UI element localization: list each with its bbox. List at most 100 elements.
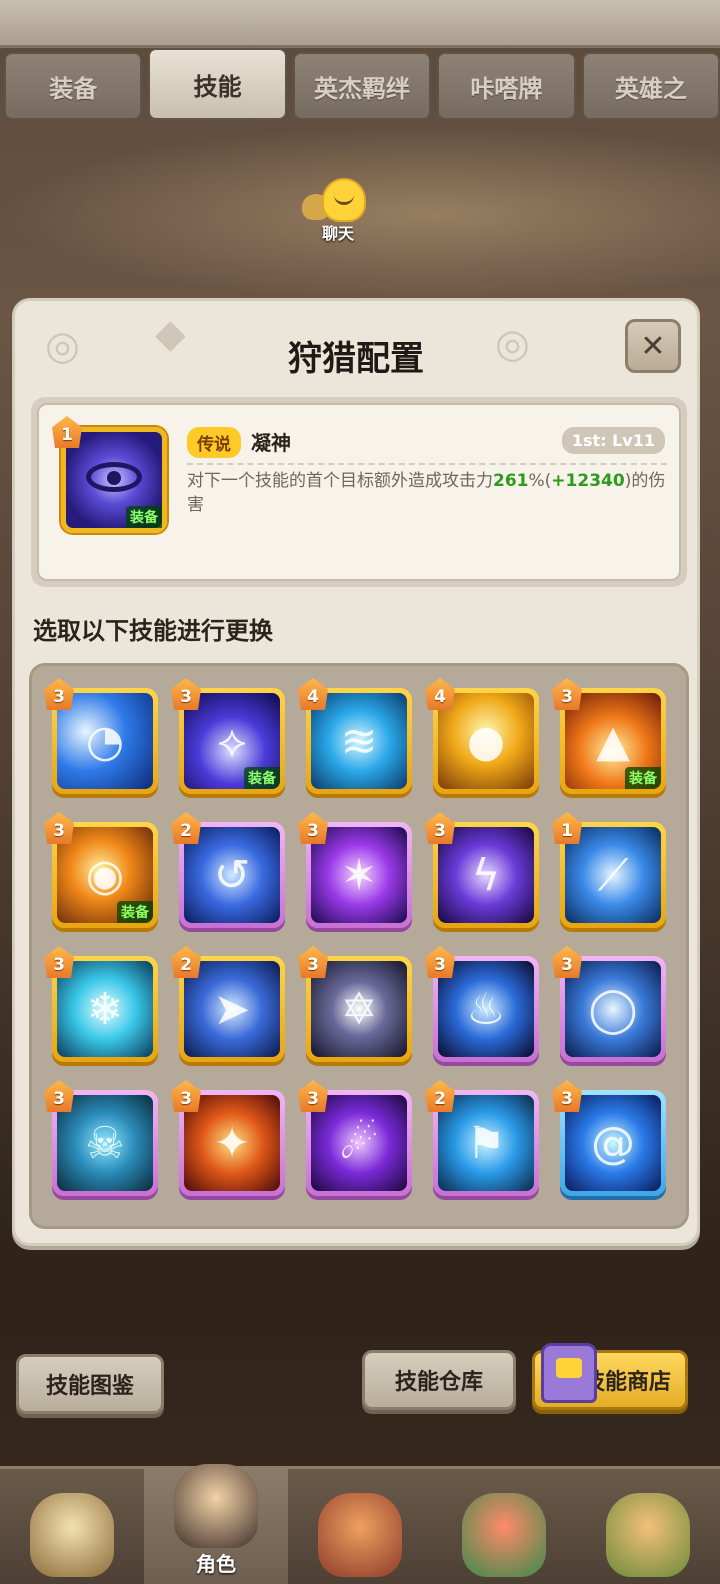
skill-name: 凝神 [251,431,291,455]
guardian-hero-icon [606,1493,690,1577]
skull-cube-icon: ☠ [57,1095,153,1191]
level-badge: 4 [425,678,455,710]
blue-flame-icon: ♨ [438,961,534,1057]
ice-shards-icon: ⟋ [565,827,661,923]
equipped-tag: 装备 [244,767,280,789]
nav-item-4[interactable] [432,1469,576,1584]
rank-level-pill: 1st: Lv11 [561,427,665,454]
level-badge: 4 [298,678,328,710]
skill-storage-button[interactable]: 技能仓库 [362,1350,516,1410]
current-skill-card: 1 装备 传说 凝神 1st: Lv11 对下一个技能的首个目标额外造成攻击力2… [31,397,687,587]
equipped-tag: 装备 [625,767,661,789]
level-badge: 3 [298,1080,328,1112]
blue-vortex-slash-icon: ◔ [57,693,153,789]
level-badge: 2 [425,1080,455,1112]
equipped-tag: 装备 [117,901,153,923]
skill-slot[interactable]: ✡ 3 [298,946,412,1062]
level-badge: 1 [552,812,582,844]
skill-slot[interactable]: ⟡ 装备 3 [171,678,285,794]
tab-equipment[interactable]: 装备 [4,52,143,120]
level-badge: 3 [298,946,328,978]
shop-mascot-icon [541,1343,597,1403]
skill-slot[interactable]: ● 4 [425,678,539,794]
tab-skills[interactable]: 技能 [148,48,287,120]
twin-totems-icon: ⚑ [438,1095,534,1191]
skill-codex-button[interactable]: 技能图鉴 [16,1354,164,1414]
level-badge: 3 [171,1080,201,1112]
nav-label-character: 角色 [196,1552,236,1576]
close-icon: ✕ [640,328,666,364]
skill-shop-button[interactable]: 技能商店 [532,1343,688,1410]
nav-item-5[interactable] [576,1469,720,1584]
skill-slot[interactable]: ↺ 2 [171,812,285,928]
panel-title: 狩猎配置 [288,339,424,379]
tab-hero-bonds[interactable]: 英杰羁绊 [292,52,432,120]
skill-slot[interactable]: ✶ 3 [298,812,412,928]
ice-spear-icon: ➤ [184,961,280,1057]
level-badge: 3 [425,812,455,844]
level-badge: 1 [52,416,82,448]
level-badge: 3 [552,1080,582,1112]
damage-percent: 261 [493,471,529,491]
rarity-badge: 传说 [187,427,241,458]
lightning-strike-icon: ϟ [438,827,534,923]
level-badge: 2 [171,946,201,978]
focus-eye-icon[interactable]: 1 装备 [52,416,167,533]
skill-slot[interactable]: ❄ 3 [44,946,158,1062]
skill-slot[interactable]: ≋ 4 [298,678,412,794]
dino-hero-icon [462,1493,546,1577]
purple-lightning-icon: ✶ [311,827,407,923]
skill-grid: ◔ 3 ⟡ 装备 3 ≋ 4 ● 4 ▲ 装备 3 ◉ 装备 3 ↺ 2 ✶ 3 ϟ 3 ⟋ 1 ❄ 3 ➤ 2 ✡ 3 ♨ 3 ◯ 3 ☠ 3 ✦ 3… [44,678,666,1196]
skill-slot[interactable]: ◯ 3 [552,946,666,1062]
skill-slot[interactable]: ◉ 装备 3 [44,812,158,928]
fire-puppet-icon: ✦ [184,1095,280,1191]
skill-slot[interactable]: ⚑ 2 [425,1080,539,1196]
skill-slot[interactable]: ☠ 3 [44,1080,158,1196]
skill-slot[interactable]: @3 [552,1080,666,1196]
close-button[interactable]: ✕ [625,319,681,373]
skill-slot[interactable]: ☄ 3 [298,1080,412,1196]
tab-bar: 装备 技能 英杰羁绊 咔嗒牌 英雄之 [0,48,720,124]
nav-item-3[interactable] [288,1469,432,1584]
fire-pillar-icon: ▲ 装备 [565,693,661,789]
skill-grid-container: ◔ 3 ⟡ 装备 3 ≋ 4 ● 4 ▲ 装备 3 ◉ 装备 3 ↺ 2 ✶ 3 ϟ 3 ⟋ 1 ❄ 3 ➤ 2 ✡ 3 ♨ 3 ◯ 3 ☠ 3 ✦ 3… [29,663,689,1229]
level-badge: 2 [171,812,201,844]
chat-label: 聊天 [321,224,354,243]
skill-slot[interactable]: ▲ 装备 3 [552,678,666,794]
level-badge: 3 [44,1080,74,1112]
nav-item-character[interactable]: 角色 [144,1464,288,1584]
skill-slot[interactable]: ♨ 3 [425,946,539,1062]
skill-slot[interactable]: ➤ 2 [171,946,285,1062]
nav-item-1[interactable] [0,1469,144,1584]
level-badge: 3 [425,946,455,978]
chat-icon [298,176,378,222]
snowflake-icon: ❄ [57,961,153,1057]
equipped-tag: 装备 [126,506,162,528]
level-badge: 3 [171,678,201,710]
level-badge: 3 [44,812,74,844]
skill-slot[interactable]: ✦ 3 [171,1080,285,1196]
damage-bonus: +12340 [551,471,625,491]
skill-description: 对下一个技能的首个目标额外造成攻击力261%(+12340)的伤害 [187,471,666,515]
fireball-icon: ◉ 装备 [57,827,153,923]
totem-hero-icon [318,1493,402,1577]
bottom-nav: 角色 [0,1464,720,1584]
skill-slot[interactable]: ⟋ 1 [552,812,666,928]
ring-slash-icon: ◯ [565,961,661,1057]
whirlwind-icon: ≋ [311,693,407,789]
tab-hero-more[interactable]: 英雄之 [581,52,720,120]
tab-cards[interactable]: 咔嗒牌 [437,52,576,120]
divider [187,463,667,465]
replace-subtitle: 选取以下技能进行更换 [33,617,273,645]
top-stone-bar [0,0,720,48]
violet-comet-icon: ☄ [311,1095,407,1191]
hunt-config-panel: ◎ ◆ ◎ 狩猎配置 ✕ 1 装备 传说 凝神 1st: Lv11 对下一个技能… [12,298,700,1246]
blue-spike-burst-icon: ⟡ 装备 [184,693,280,789]
golden-orb-icon: ● [438,693,534,789]
skill-slot[interactable]: ◔ 3 [44,678,158,794]
level-badge: 3 [298,812,328,844]
hexagram-icon: ✡ [311,961,407,1057]
chat-button[interactable]: 聊天 [298,176,378,243]
skill-slot[interactable]: ϟ3 [425,812,539,928]
beast-hero-icon [30,1493,114,1577]
